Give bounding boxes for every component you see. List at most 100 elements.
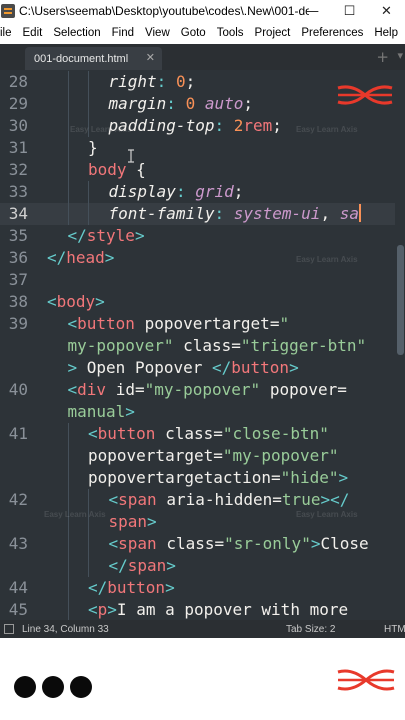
indent-guide	[67, 159, 69, 181]
code-token: popovertarget	[88, 446, 214, 465]
code-token: >	[104, 248, 115, 267]
code-line[interactable]: 33 display: grid;	[0, 181, 405, 203]
indent-guide	[67, 467, 69, 489]
line-number: 31	[8, 138, 28, 157]
code-token: =	[134, 380, 145, 399]
menu-view[interactable]: View	[138, 27, 174, 39]
code-token: :	[175, 182, 196, 201]
code-line[interactable]: </span>	[0, 555, 405, 577]
code-text: }	[88, 137, 98, 159]
maximize-icon[interactable]: ☐	[331, 0, 368, 22]
code-text: padding-top: 2rem;	[109, 115, 282, 137]
code-token: "my-popover"	[144, 380, 261, 399]
menu-file[interactable]: ile	[0, 27, 16, 39]
code-line[interactable]: 43 <span class="sr-only">Close	[0, 533, 405, 555]
indent-guide	[88, 181, 89, 203]
menu-tools[interactable]: Tools	[210, 27, 248, 39]
indent-guide	[67, 203, 69, 225]
code-token: id	[115, 380, 135, 399]
code-line[interactable]: 41 <button class="close-btn"	[0, 423, 405, 445]
menu-help[interactable]: Help	[367, 27, 402, 39]
menu-selection[interactable]: Selection	[46, 27, 104, 39]
code-line[interactable]: > Open Popover </button>	[0, 357, 405, 379]
menu-preferences[interactable]: Preferences	[294, 27, 367, 39]
code-editor[interactable]: 28 right: 0; 29 margin: 0 auto; 30 padding-to…	[0, 70, 405, 620]
code-token: Close	[320, 534, 369, 553]
menu-project[interactable]: Project	[248, 27, 295, 39]
indent-guide	[88, 203, 89, 225]
tab-size[interactable]: Tab Size: 2	[286, 624, 335, 635]
code-token: >	[134, 226, 145, 245]
syntax-mode[interactable]: HTML	[384, 624, 405, 635]
code-token: </	[67, 226, 87, 245]
vertical-scrollbar[interactable]	[395, 70, 405, 620]
scrollbar-thumb[interactable]	[397, 245, 404, 355]
indent-guide	[67, 555, 69, 577]
code-token: ;	[272, 116, 282, 135]
code-line[interactable]: 38 <body>	[0, 291, 405, 313]
menu-goto[interactable]: Goto	[174, 27, 210, 39]
tab-list-chevron-icon[interactable]: ▾	[397, 49, 403, 62]
tab-close-icon[interactable]: ✕	[146, 51, 155, 64]
code-text: </head>	[47, 247, 114, 269]
code-line[interactable]: 34 font-family: system-ui, sa	[0, 203, 405, 225]
code-line[interactable]: 37	[0, 269, 405, 291]
code-line[interactable]: 39 <button popovertarget="	[0, 313, 405, 335]
title-bar: C:\Users\seemab\Desktop\youtube\codes\.N…	[0, 0, 405, 22]
indent-guide	[67, 423, 69, 445]
code-line[interactable]: 42 <span aria-hidden=true></	[0, 489, 405, 511]
code-text: margin: 0 auto;	[109, 93, 254, 115]
code-line[interactable]: 44 </button>	[0, 577, 405, 599]
new-tab-icon[interactable]: +	[376, 48, 389, 66]
code-line[interactable]: 32 body {	[0, 159, 405, 181]
code-line[interactable]: 31}	[0, 137, 405, 159]
line-number: 43	[8, 534, 28, 553]
code-token: true	[281, 490, 321, 509]
code-token: ;	[233, 182, 244, 201]
code-token: class	[165, 424, 214, 443]
tab-001-document[interactable]: 001-document.html ✕	[25, 47, 162, 70]
code-line[interactable]: popovertarget="my-popover"	[0, 445, 405, 467]
line-number: 41	[8, 424, 28, 443]
code-token: </	[47, 248, 67, 267]
code-text: <body>	[47, 291, 105, 313]
code-line[interactable]: 35 </style>	[0, 225, 405, 247]
status-panel-icon[interactable]	[4, 624, 14, 634]
code-token: :	[156, 72, 176, 91]
code-token: <	[47, 292, 57, 311]
code-text: popovertarget="my-popover"	[88, 445, 338, 467]
code-token: </	[108, 556, 128, 575]
code-token: =	[214, 534, 225, 553]
code-token: >	[289, 358, 299, 377]
code-line[interactable]: manual>	[0, 401, 405, 423]
code-token: <	[88, 600, 98, 619]
code-token: style	[86, 226, 135, 245]
code-token: "	[279, 314, 290, 333]
code-text: popovertargetaction="hide">	[88, 467, 348, 489]
code-text: my-popover" class="trigger-btn"	[68, 335, 367, 357]
code-token: "sr-only"	[224, 534, 311, 553]
close-icon[interactable]: ✕	[368, 0, 405, 22]
line-number: 44	[8, 578, 28, 597]
code-line[interactable]: 40 <div id="my-popover" popover=	[0, 379, 405, 401]
code-token: >	[166, 556, 176, 575]
indent-guide	[67, 71, 69, 93]
minimize-icon[interactable]: —	[294, 0, 331, 22]
code-text: <button class="close-btn"	[88, 423, 329, 445]
code-text: <p>I am a popover with more	[88, 599, 348, 620]
menu-edit[interactable]: Edit	[16, 27, 47, 39]
code-text: </style>	[68, 225, 145, 247]
code-line[interactable]: 45 <p>I am a popover with more	[0, 599, 405, 620]
code-token: =	[231, 336, 241, 355]
code-token: button	[107, 578, 166, 597]
cursor-position[interactable]: Line 34, Column 33	[22, 624, 109, 635]
app-icon[interactable]	[1, 4, 15, 18]
menu-find[interactable]: Find	[105, 27, 138, 39]
code-line[interactable]: my-popover" class="trigger-btn"	[0, 335, 405, 357]
code-line[interactable]: popovertargetaction="hide">	[0, 467, 405, 489]
code-text: <span aria-hidden=true></	[109, 489, 350, 511]
